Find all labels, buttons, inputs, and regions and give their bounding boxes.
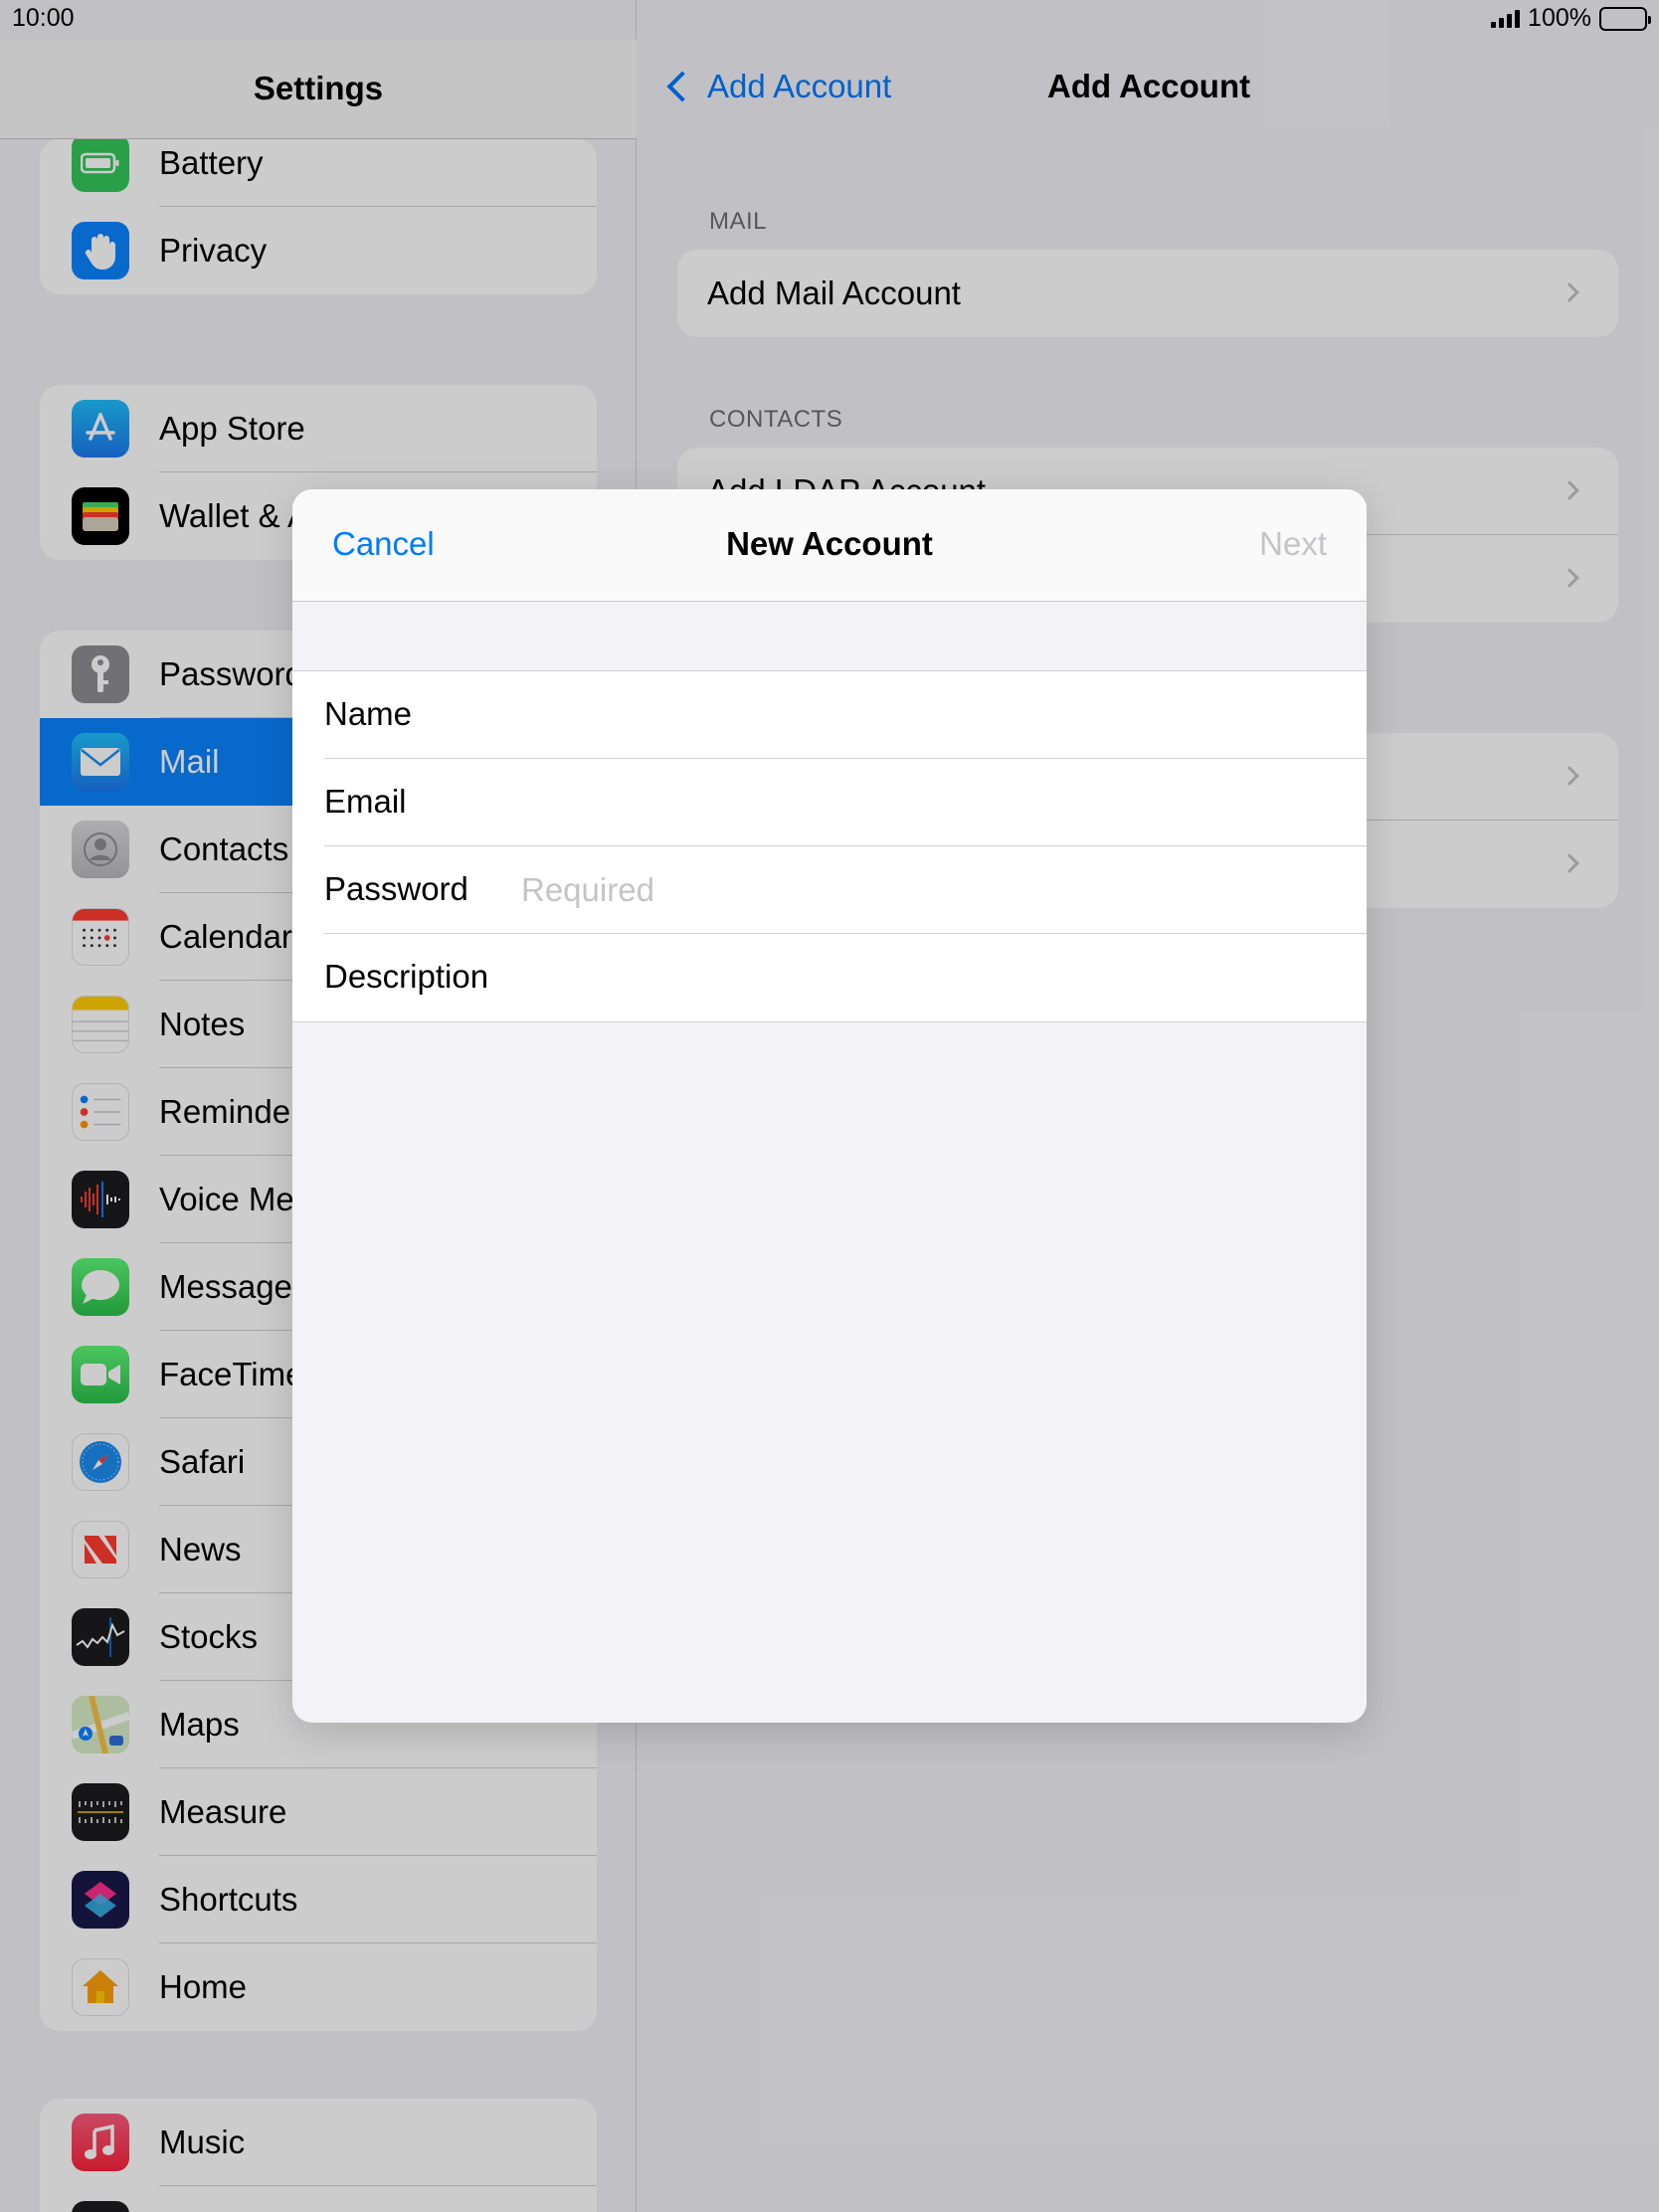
status-time: 10:00: [12, 4, 75, 32]
description-label: Description: [324, 958, 489, 995]
email-label: Email: [324, 783, 407, 820]
name-label: Name: [324, 695, 413, 732]
battery-percentage: 100%: [1528, 4, 1591, 32]
account-form: Name Email Password Description: [292, 670, 1367, 1022]
email-field[interactable]: [521, 775, 1337, 830]
next-button[interactable]: Next: [1259, 525, 1327, 563]
description-field[interactable]: [521, 950, 1337, 1006]
sheet-nav-bar: Cancel New Account Next: [292, 489, 1367, 602]
status-bar: 10:00 100%: [0, 0, 1659, 40]
name-field[interactable]: [521, 687, 1337, 743]
password-label: Password: [324, 870, 468, 907]
new-account-sheet: Cancel New Account Next Name Email Passw…: [292, 489, 1367, 1723]
email-row: Email: [292, 759, 1367, 846]
description-row: Description: [292, 934, 1367, 1021]
sheet-title: New Account: [726, 525, 933, 562]
battery-level-icon: [1599, 6, 1651, 31]
cellular-signal-icon: [1491, 9, 1521, 28]
name-row: Name: [292, 671, 1367, 759]
password-row: Password: [292, 846, 1367, 934]
password-field[interactable]: [521, 862, 1337, 918]
status-indicators: 100%: [1491, 4, 1651, 33]
